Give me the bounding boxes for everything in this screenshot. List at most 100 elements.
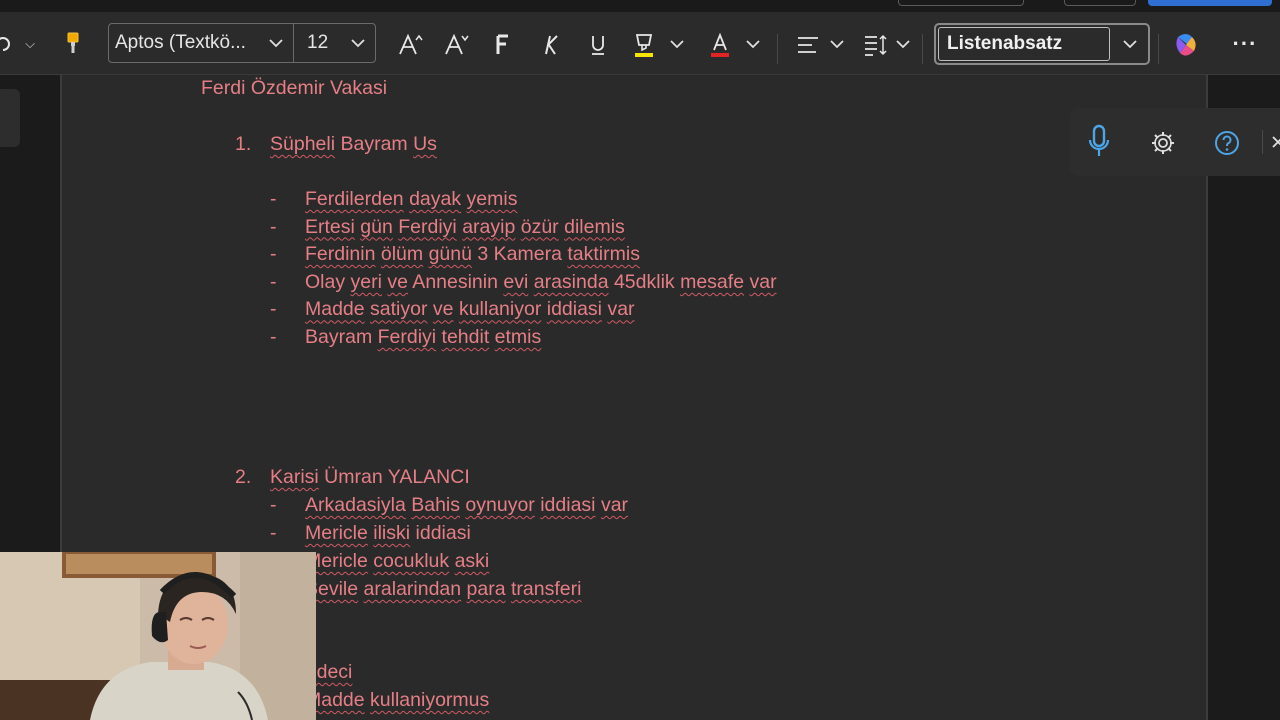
list-item: Ferdilerden dayak yemis [305,188,517,211]
list-item: Madde satiyor ve kullaniyor iddiasi var [305,298,635,321]
font-size-dropdown-icon[interactable] [349,34,367,52]
spellcheck-flagged-word: transferi [511,578,582,600]
spellcheck-flagged-word: etmis [494,326,542,348]
format-painter-icon[interactable] [60,30,86,56]
underline-icon[interactable] [585,32,611,58]
spellcheck-flagged-word: tehdit [441,326,490,348]
title-strip-button[interactable] [898,0,1024,6]
title-strip [0,0,1280,12]
title-strip-button[interactable] [1064,0,1136,6]
spellcheck-flagged-word: yemis [466,188,518,210]
spellcheck-flagged-word: gün [360,215,393,238]
align-dropdown-icon[interactable] [828,34,846,54]
bullet-dash: - [270,243,277,266]
spellcheck-flagged-word: oynuyor [465,494,535,516]
webcam-person-image [0,552,316,720]
spellcheck-flagged-word: para [466,578,506,600]
undo-dropdown-chevron-icon[interactable]: ⌵ [20,34,40,54]
microphone-icon[interactable] [1084,122,1114,162]
spellcheck-flagged-word: Arkadasiyla [305,494,406,516]
style-dropdown-icon[interactable] [1120,35,1140,53]
font-color-dropdown-icon[interactable] [744,34,762,54]
spellcheck-flagged-word: iddiasi [540,494,596,516]
spellcheck-flagged-word: yeri [350,270,382,293]
font-box-divider [293,24,294,62]
spellcheck-flagged-word: Mericle [305,522,368,544]
list-item: Sevile aralarindan para transferi [305,578,581,601]
bullet-dash: - [270,215,277,238]
list-item: Ferdinin ölüm günü 3 Kamera taktirmis [305,243,640,266]
help-icon[interactable] [1212,128,1242,158]
text-run: iddiasi [410,522,471,544]
bold-icon[interactable] [490,32,516,58]
line-spacing-dropdown-icon[interactable] [894,34,912,54]
list-heading: Süpheli Bayram Us [270,133,437,156]
spellcheck-flagged-word: günü [428,243,472,266]
style-name-field[interactable]: Listenabsatz [938,27,1110,61]
spellcheck-flagged-word: özür [520,215,559,238]
spellcheck-flagged-word: Süpheli [270,133,336,155]
italic-icon[interactable] [538,32,564,58]
spellcheck-flagged-word: Us [413,133,437,155]
font-color-icon[interactable] [706,30,734,60]
list-item: Ertesi gün Ferdiyi arayip özür dilemis [305,216,625,239]
spellcheck-flagged-word: Madde [305,298,365,321]
text-run: Olay [305,270,351,293]
navigation-pane-tab[interactable] [0,89,20,147]
list-item: Olay yeri ve Annesinin evi arasinda 45dk… [305,271,777,294]
share-button[interactable] [1148,0,1272,6]
spellcheck-flagged-word: var [600,494,629,516]
font-controls: Aptos (Textkö... 12 [108,23,376,63]
spellcheck-flagged-word: Ferdinin [305,243,376,266]
webcam-overlay [0,552,316,720]
spellcheck-flagged-word: ve [432,298,454,321]
spellcheck-flagged-word: Ferdiyi [398,215,457,238]
close-icon[interactable] [1270,132,1280,152]
bullet-dash: - [270,494,277,516]
spellcheck-flagged-word: taktirmis [567,243,640,266]
bullet-dash: - [270,326,277,348]
settings-gear-icon[interactable] [1148,128,1178,158]
spellcheck-flagged-word: ölüm [380,243,424,266]
font-name-dropdown-icon[interactable] [267,34,285,52]
text-run: Bayram [335,133,414,155]
spellcheck-flagged-word: aralarindan [363,578,462,600]
list-heading: Karisi Ümran YALANCI [270,466,470,489]
font-size-combobox[interactable]: 12 [295,32,347,54]
bullet-dash: - [270,188,277,210]
grow-font-icon[interactable] [396,30,426,60]
spellcheck-flagged-word: satiyor [370,298,428,321]
bullet-dash: - [270,522,277,544]
bullet-dash: - [270,298,277,321]
document-title: Ferdi Özdemir Vakasi [201,77,388,99]
list-number: 1. [235,133,252,155]
font-size-value: 12 [307,32,329,53]
more-options-button[interactable]: ··· [1228,31,1262,56]
spellcheck-flagged-word: aski [454,550,490,572]
list-item: Bayram Ferdiyi tehdit etmis [305,326,541,349]
spellcheck-flagged-word: kullaniyormus [370,689,490,711]
dictation-toolbar [1070,108,1280,176]
text-run: Ümran YALANCI [318,466,470,488]
ribbon-divider [777,34,778,64]
line-spacing-icon[interactable] [862,32,890,58]
spellcheck-flagged-word: ve [387,270,408,293]
list-item: Mericle iliski iddiasi [305,522,471,545]
text-run: Annesinin [407,270,504,293]
ribbon-divider [1158,34,1159,64]
spellcheck-flagged-word: dayak [409,188,462,210]
list-number: 2. [235,466,252,488]
undo-icon[interactable] [0,32,12,56]
highlight-dropdown-icon[interactable] [668,34,686,54]
shrink-font-icon[interactable] [442,30,472,60]
align-left-icon[interactable] [794,32,822,58]
text-run: 3 Kamera [471,243,568,266]
spellcheck-flagged-word: evi [503,270,529,293]
copilot-icon[interactable] [1170,29,1202,61]
spellcheck-flagged-word: arasinda [533,270,609,293]
highlight-icon[interactable] [630,30,658,60]
list-item: Mericle cocukluk aski [305,550,489,573]
spellcheck-flagged-word: Ferdilerden [305,188,404,210]
spellcheck-flagged-word: Ertesi [305,215,355,238]
spellcheck-flagged-word: Karisi [270,466,319,488]
